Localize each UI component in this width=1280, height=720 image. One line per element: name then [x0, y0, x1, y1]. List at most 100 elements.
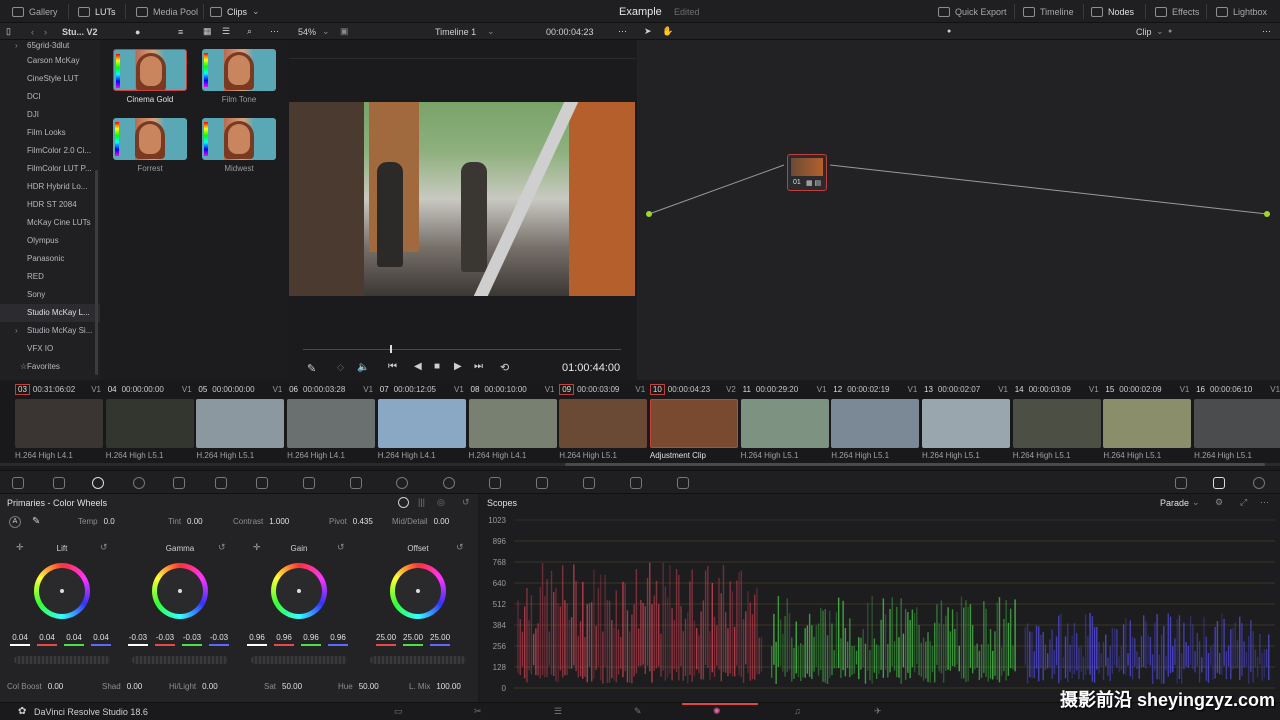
temp-control[interactable]: Temp 0.0 [78, 517, 115, 526]
clip-scrollbar[interactable] [565, 463, 1265, 466]
sidebar-toggle-icon[interactable]: ▯ [6, 23, 11, 40]
chevron-down-icon[interactable]: ⌄ [1192, 497, 1200, 508]
scrollbar[interactable] [95, 170, 98, 375]
effects-button[interactable]: Effects [1155, 0, 1199, 23]
list-view-icon[interactable]: ☰ [222, 23, 230, 40]
viewer-more-icon[interactable]: ⋯ [618, 23, 627, 40]
chevron-down-icon[interactable]: ⌄ [487, 23, 495, 40]
lut-folder-item[interactable]: Panasonic [0, 250, 100, 268]
color-wheel-offset[interactable] [390, 563, 446, 619]
reset-all-icon[interactable]: ↺ [462, 497, 470, 508]
lightbox-button[interactable]: Lightbox [1216, 0, 1267, 23]
lut-folder-item[interactable]: RED [0, 268, 100, 286]
lut-folder-item[interactable]: HDR ST 2084 [0, 196, 100, 214]
edit-page-icon[interactable]: ☰ [554, 706, 562, 717]
skip-forward-icon[interactable]: ⏭ [474, 361, 483, 372]
master-wheel-slider[interactable] [251, 656, 347, 664]
cut-page-icon[interactable]: ✂ [474, 706, 482, 717]
reset-icon[interactable]: ↺ [456, 542, 464, 553]
input-port[interactable] [646, 211, 652, 217]
lut-thumbnail[interactable] [113, 49, 187, 91]
gallery-button[interactable]: Gallery [12, 0, 58, 23]
chevron-right-icon[interactable]: › [15, 322, 18, 340]
hand-tool-icon[interactable]: ✋ [662, 23, 673, 40]
curves-icon[interactable] [256, 477, 268, 489]
master-wheel-slider[interactable] [370, 656, 466, 664]
clip-item[interactable]: 13 00:00:02:07 V1 H.264 High L5.1 [922, 381, 1012, 467]
clip-item[interactable]: 08 00:00:10:00 V1 H.264 High L4.1 [468, 381, 559, 467]
lut-folder-item[interactable]: HDR Hybrid Lo... [0, 178, 100, 196]
nodes-button[interactable]: Nodes [1091, 0, 1134, 23]
scopes-icon[interactable] [1213, 477, 1225, 489]
viewer-mode-icon[interactable]: ▣ [340, 23, 349, 40]
lut-thumbnail[interactable] [113, 118, 187, 160]
nodes-more-icon[interactable]: ⋯ [1262, 23, 1271, 40]
clip-mode-select[interactable]: Clip [1136, 23, 1152, 40]
luts-button[interactable]: LUTs [78, 0, 116, 23]
chevron-down-icon[interactable]: ⌄ [322, 23, 330, 40]
lut-folder-item[interactable]: ☆ Favorites [0, 358, 100, 376]
wheel-value[interactable]: -0.03 [155, 633, 175, 646]
lut-folder-item[interactable]: Sony [0, 286, 100, 304]
lut-thumbnail[interactable] [202, 49, 276, 91]
lut-folder-item[interactable]: Film Looks [0, 124, 100, 142]
camera-raw-icon[interactable] [12, 477, 24, 489]
clip-item[interactable]: 10 00:00:04:23 V2 Adjustment Clip [649, 381, 740, 467]
clip-thumbnail[interactable] [105, 399, 194, 448]
zoom-select[interactable]: 54% [298, 23, 316, 40]
wheel-value[interactable]: 25.00 [403, 633, 423, 646]
scope-settings-icon[interactable]: ⚙ [1215, 497, 1223, 508]
lut-folder-item[interactable]: DJI [0, 106, 100, 124]
contrast-control[interactable]: Contrast 1.000 [233, 517, 289, 526]
color-wheel-gain[interactable] [271, 563, 327, 619]
motion-effects-icon[interactable] [215, 477, 227, 489]
play-reverse-icon[interactable]: ◀ [414, 361, 422, 372]
bars-mode-icon[interactable]: ||| [418, 497, 425, 507]
back-arrow-icon[interactable]: ‹ [31, 23, 34, 40]
lut-folder-item[interactable]: FilmColor LUT P... [0, 160, 100, 178]
grid-view-icon[interactable]: ▦ [203, 23, 212, 40]
chevron-right-icon[interactable]: › [15, 40, 18, 52]
clip-thumbnail[interactable] [15, 399, 103, 448]
color-page-icon[interactable]: ✺ [713, 706, 721, 717]
timeline-select[interactable]: Timeline 1 [435, 23, 476, 40]
lut-folder-item[interactable]: Studio McKay L... [0, 304, 100, 322]
loop-icon[interactable]: ⟲ [500, 361, 509, 374]
clip-thumbnail[interactable] [468, 399, 557, 448]
blur-icon[interactable] [536, 477, 548, 489]
clip-thumbnail[interactable] [831, 399, 920, 448]
node-01[interactable]: 01 ▦ ▤ [787, 154, 827, 191]
wheel-value[interactable]: -0.03 [128, 633, 148, 646]
clip-thumbnail[interactable] [922, 399, 1010, 448]
wheel-center-dot[interactable] [60, 589, 64, 593]
keyframes-icon[interactable] [1175, 477, 1187, 489]
more-options-icon[interactable]: ⋯ [270, 23, 279, 40]
auto-balance-icon[interactable]: A [9, 516, 21, 528]
dropper-icon[interactable]: ✎ [307, 362, 316, 375]
clips-button[interactable]: Clips ⌄ [210, 0, 260, 23]
wheel-value[interactable]: 25.00 [376, 633, 396, 646]
luma-mix-control[interactable]: L. Mix 100.00 [409, 682, 461, 691]
key-icon[interactable] [583, 477, 595, 489]
lut-folder-item[interactable]: VFX IO [0, 340, 100, 358]
wheel-center-dot[interactable] [297, 589, 301, 593]
master-wheel-slider[interactable] [14, 656, 110, 664]
wheel-value[interactable]: 0.96 [247, 633, 267, 646]
scrubber-track[interactable] [303, 349, 621, 350]
lut-folder-item[interactable]: McKay Cine LUTs [0, 214, 100, 232]
mid-detail-control[interactable]: Mid/Detail 0.00 [392, 517, 449, 526]
clip-item[interactable]: 15 00:00:02:09 V1 H.264 High L5.1 [1103, 381, 1193, 467]
window-icon[interactable] [396, 477, 408, 489]
clip-thumbnail[interactable] [196, 399, 285, 448]
color-match-icon[interactable] [53, 477, 65, 489]
reset-icon[interactable]: ↺ [218, 542, 226, 553]
clip-thumbnail[interactable] [1012, 399, 1101, 448]
wheel-value[interactable]: 0.96 [301, 633, 321, 646]
saturation-control[interactable]: Sat 50.00 [264, 682, 302, 691]
expand-icon[interactable]: ⤢ [1240, 497, 1247, 508]
tracker-icon[interactable] [443, 477, 455, 489]
hdr-wheels-icon[interactable] [133, 477, 145, 489]
wheel-center-dot[interactable] [178, 589, 182, 593]
crosshair-icon[interactable]: ✛ [253, 542, 261, 553]
3d-icon[interactable] [677, 477, 689, 489]
